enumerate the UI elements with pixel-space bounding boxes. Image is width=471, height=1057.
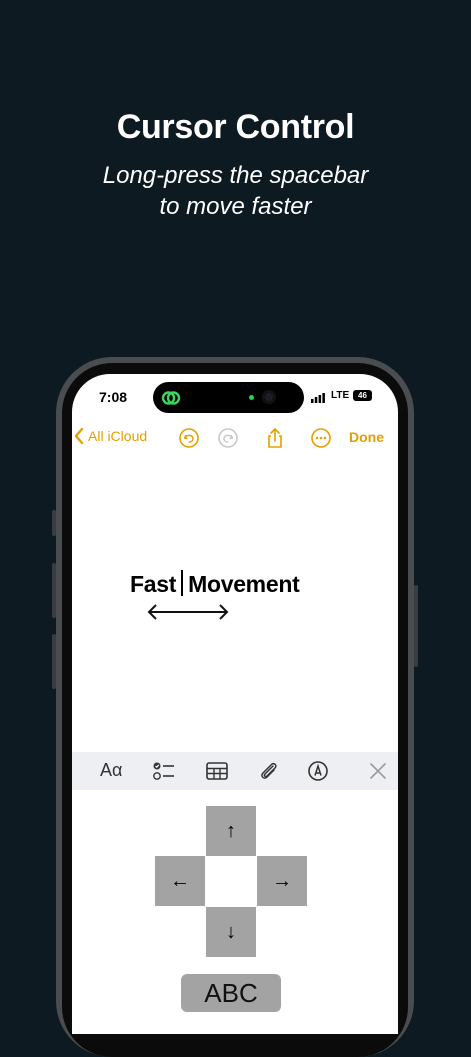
chevron-left-icon [74,428,84,444]
text-cursor [181,570,184,596]
signal-icon [311,393,325,403]
page-title: Cursor Control [116,108,355,146]
more-icon[interactable] [310,427,332,449]
arrow-down-key[interactable]: ↓ [206,907,256,957]
table-icon[interactable] [205,760,229,782]
paperclip-icon[interactable] [257,760,281,782]
arrow-left-key[interactable]: ← [155,856,205,906]
dynamic-island [153,382,304,413]
text-format-button[interactable]: Aα [100,760,122,781]
markup-icon[interactable] [306,760,330,782]
phone-screen: 7:08 LTE 46 All iCloud Done Fast Movemen… [72,374,398,1034]
page-subtitle: Long-press the spacebar to move faster [0,160,471,222]
done-button[interactable]: Done [349,429,384,445]
notes-toolbar: All iCloud Done [72,426,398,450]
battery-icon: 46 [353,390,372,401]
subtitle-line-2: to move faster [159,193,312,220]
checklist-icon[interactable] [152,760,176,782]
subtitle-line-1: Long-press the spacebar [102,162,369,189]
arrow-up-icon: ↑ [226,819,236,842]
back-label: All iCloud [88,428,148,444]
note-text[interactable]: Fast Movement [130,570,300,598]
status-time: 7:08 [99,389,128,405]
note-word-fast: Fast [130,571,177,597]
power-button [414,585,418,667]
double-arrow-icon [147,604,229,620]
arrow-right-key[interactable]: → [257,856,307,906]
undo-icon[interactable] [178,427,200,449]
back-button[interactable]: All iCloud [74,428,147,444]
arrow-up-key[interactable]: ↑ [206,806,256,856]
format-bar: Aα [72,752,398,790]
network-type: LTE [331,390,350,401]
arrow-right-icon: → [272,869,292,892]
arrow-left-icon: ← [170,869,190,892]
privacy-indicator-dot [249,395,254,400]
abc-key[interactable]: ABC [181,974,281,1012]
redo-icon[interactable] [217,427,239,449]
app-link-icon [161,391,181,405]
arrow-down-icon: ↓ [226,920,236,943]
note-word-movement: Movement [188,571,300,597]
front-camera [262,390,276,404]
close-icon[interactable] [366,760,390,782]
share-icon[interactable] [264,427,286,449]
